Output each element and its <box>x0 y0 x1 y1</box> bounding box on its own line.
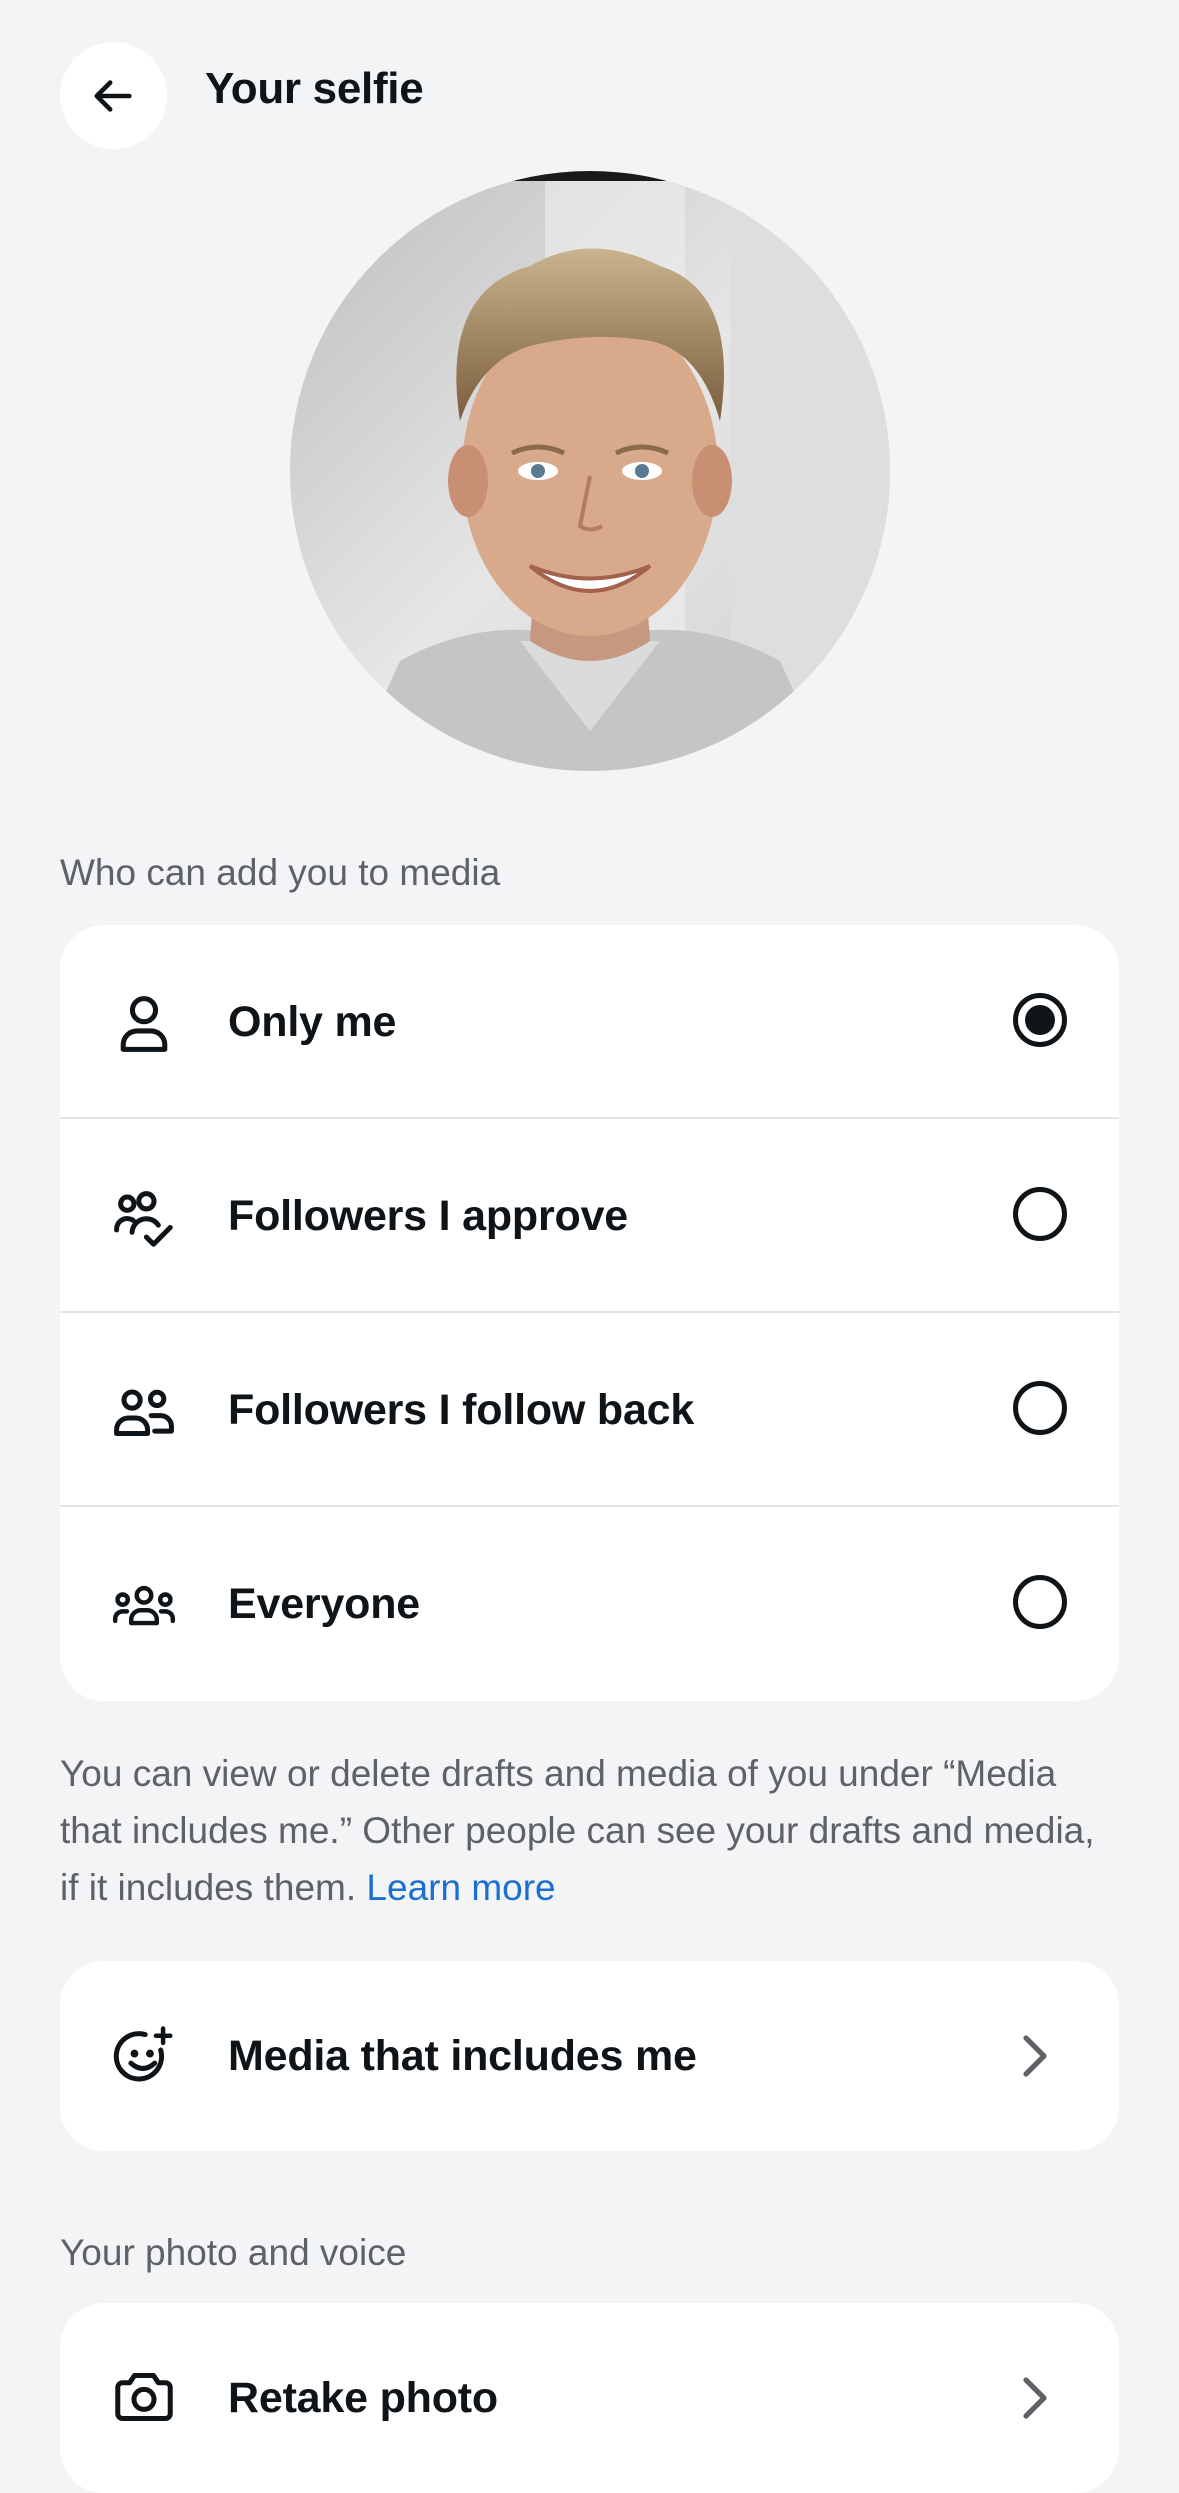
retake-photo-label: Retake photo <box>228 2374 498 2422</box>
option-label-only-me: Only me <box>228 998 397 1046</box>
selfie-photo <box>290 171 890 771</box>
radio-everyone[interactable] <box>1013 1575 1067 1629</box>
info-text-block: You can view or delete drafts and media … <box>60 1745 1120 1916</box>
camera-icon <box>112 2365 176 2429</box>
option-label-everyone: Everyone <box>228 1580 421 1628</box>
chevron-right-icon <box>1009 2031 1059 2081</box>
option-followers-i-follow-back[interactable]: Followers I follow back <box>60 1313 1119 1507</box>
radio-followers-i-approve[interactable] <box>1013 1187 1067 1241</box>
group-icon <box>112 1574 176 1638</box>
section-label-photo-voice: Your photo and voice <box>60 2232 407 2273</box>
option-followers-i-approve[interactable]: Followers I approve <box>60 1119 1119 1313</box>
smiley-sparkle-icon <box>112 2024 176 2088</box>
two-people-icon <box>112 1380 176 1444</box>
photo-voice-card: Retake photo <box>60 2303 1119 2493</box>
person-icon <box>112 992 176 1056</box>
option-label-followers-i-approve: Followers I approve <box>228 1192 629 1240</box>
option-label-followers-i-follow-back: Followers I follow back <box>228 1386 695 1434</box>
section-label-audience: Who can add you to media <box>60 852 501 893</box>
back-button[interactable] <box>60 42 167 149</box>
info-text: You can view or delete drafts and media … <box>60 1753 1095 1908</box>
radio-followers-i-follow-back[interactable] <box>1013 1381 1067 1435</box>
media-that-includes-me-row[interactable]: Media that includes me <box>60 1961 1119 2151</box>
radio-only-me[interactable] <box>1013 993 1067 1047</box>
option-only-me[interactable]: Only me <box>60 925 1119 1119</box>
learn-more-link[interactable]: Learn more <box>366 1867 555 1908</box>
media-link-card: Media that includes me <box>60 1961 1119 2151</box>
people-check-icon <box>112 1186 176 1250</box>
page-title: Your selfie <box>205 64 424 113</box>
option-everyone[interactable]: Everyone <box>60 1507 1119 1701</box>
chevron-right-icon <box>1009 2373 1059 2423</box>
arrow-left-icon <box>93 79 132 112</box>
selfie-image <box>290 171 890 771</box>
header: Your selfie <box>0 0 1179 190</box>
media-that-includes-me-label: Media that includes me <box>228 2032 697 2080</box>
retake-photo-row[interactable]: Retake photo <box>60 2303 1119 2493</box>
audience-options-card: Only me Followers I approve Followers I <box>60 925 1119 1701</box>
